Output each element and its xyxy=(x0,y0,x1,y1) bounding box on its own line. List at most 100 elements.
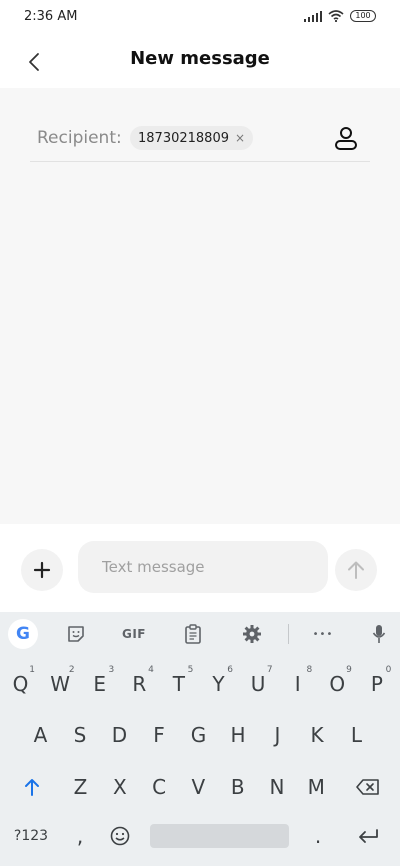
key-w-hint: 2 xyxy=(68,665,75,675)
key-c-label: C xyxy=(152,775,167,799)
key-g[interactable]: G xyxy=(180,715,217,755)
key-l[interactable]: L xyxy=(338,715,375,755)
key-o-hint: 9 xyxy=(346,665,352,675)
battery-icon: 100 xyxy=(350,10,376,22)
emoji-key[interactable] xyxy=(102,816,138,856)
key-k[interactable]: K xyxy=(299,715,336,755)
key-i[interactable]: I8 xyxy=(279,664,316,704)
key-h[interactable]: H xyxy=(220,715,257,755)
enter-key[interactable] xyxy=(348,816,388,856)
key-row-4: ?123 , . xyxy=(0,816,400,856)
key-e[interactable]: E3 xyxy=(81,664,118,704)
settings-button[interactable] xyxy=(238,612,266,656)
wifi-icon xyxy=(328,10,344,22)
key-n[interactable]: N xyxy=(259,767,296,807)
shift-arrow-icon xyxy=(25,779,39,796)
key-u-label: U xyxy=(250,672,266,696)
sticker-button[interactable] xyxy=(62,612,90,656)
key-w-label: W xyxy=(50,672,70,696)
conversation-area: Recipient: 18730218809 × xyxy=(0,88,400,524)
key-v-label: V xyxy=(191,775,206,799)
recipient-row[interactable]: Recipient: 18730218809 × xyxy=(30,118,370,162)
key-z[interactable]: Z xyxy=(62,767,99,807)
key-r[interactable]: R4 xyxy=(121,664,158,704)
plus-icon xyxy=(33,561,51,579)
key-a[interactable]: A xyxy=(22,715,59,755)
key-m[interactable]: M xyxy=(298,767,335,807)
key-w[interactable]: W2 xyxy=(42,664,79,704)
key-j[interactable]: J xyxy=(259,715,296,755)
key-l-label: L xyxy=(350,723,363,747)
microphone-icon xyxy=(372,625,386,643)
key-x[interactable]: X xyxy=(101,767,138,807)
enter-icon xyxy=(359,829,378,843)
key-s[interactable]: S xyxy=(62,715,99,755)
backspace-key[interactable] xyxy=(348,767,388,807)
contact-picker-icon[interactable] xyxy=(332,124,360,152)
key-k-label: K xyxy=(310,723,324,747)
key-u[interactable]: U7 xyxy=(240,664,277,704)
key-b[interactable]: B xyxy=(219,767,256,807)
key-e-label: E xyxy=(93,672,106,696)
gif-button[interactable]: GIF xyxy=(118,612,150,656)
sticker-icon xyxy=(68,626,84,642)
remove-recipient-icon[interactable]: × xyxy=(235,131,245,145)
key-u-hint: 7 xyxy=(266,665,273,675)
more-button[interactable]: ••• xyxy=(308,612,338,656)
key-t[interactable]: T5 xyxy=(160,664,197,704)
backspace-icon xyxy=(356,779,379,795)
recipient-label: Recipient: xyxy=(37,128,122,148)
key-y-label: Y xyxy=(212,672,225,696)
recipient-chip-value: 18730218809 xyxy=(138,130,229,146)
add-attachment-button[interactable] xyxy=(21,549,63,591)
message-input[interactable] xyxy=(78,541,328,593)
status-bar: 2:36 AM 100 xyxy=(0,0,400,36)
symbols-key[interactable]: ?123 xyxy=(8,816,54,856)
key-p[interactable]: P0 xyxy=(358,664,395,704)
arrow-up-icon xyxy=(348,561,364,579)
key-q-hint: 1 xyxy=(29,665,35,675)
key-i-label: I xyxy=(294,672,301,696)
key-p-label: P xyxy=(370,672,383,696)
emoji-icon xyxy=(110,826,130,846)
key-n-label: N xyxy=(269,775,285,799)
page-title: New message xyxy=(130,48,270,69)
key-j-label: J xyxy=(274,723,281,747)
key-r-hint: 4 xyxy=(148,665,154,675)
app-bar: New message xyxy=(0,36,400,88)
voice-input-button[interactable] xyxy=(368,612,390,656)
signal-icon xyxy=(303,10,322,22)
key-row-3: ZX CVBNM xyxy=(0,767,400,807)
clipboard-icon xyxy=(185,624,201,644)
key-x-label: X xyxy=(112,775,127,799)
key-h-label: H xyxy=(230,723,246,747)
key-d[interactable]: D xyxy=(101,715,138,755)
comma-key[interactable]: , xyxy=(62,816,98,856)
compose-bar xyxy=(0,524,400,612)
key-t-label: T xyxy=(172,672,185,696)
space-key[interactable] xyxy=(150,824,289,848)
key-o[interactable]: O9 xyxy=(319,664,356,704)
gif-label: GIF xyxy=(121,627,146,641)
period-key[interactable]: . xyxy=(300,816,336,856)
key-q[interactable]: Q1 xyxy=(2,664,39,704)
key-f[interactable]: F xyxy=(141,715,178,755)
status-time: 2:36 AM xyxy=(24,9,78,24)
key-v[interactable]: V xyxy=(180,767,217,807)
key-row-2: A SD F GH J K L xyxy=(0,715,400,755)
key-z-label: Z xyxy=(73,775,88,799)
key-f-label: F xyxy=(153,723,165,747)
key-p-hint: 0 xyxy=(385,665,392,675)
toolbar-divider xyxy=(288,624,289,644)
send-button[interactable] xyxy=(335,549,377,591)
recipient-chip[interactable]: 18730218809 × xyxy=(130,126,254,150)
key-e-hint: 3 xyxy=(108,665,115,675)
key-a-label: A xyxy=(33,723,48,747)
key-c[interactable]: C xyxy=(141,767,178,807)
key-m-label: M xyxy=(307,775,325,799)
clipboard-button[interactable] xyxy=(180,612,206,656)
google-button[interactable]: G xyxy=(8,612,38,656)
shift-key[interactable] xyxy=(13,767,51,807)
status-icons: 100 xyxy=(303,10,376,22)
key-y[interactable]: Y6 xyxy=(200,664,237,704)
